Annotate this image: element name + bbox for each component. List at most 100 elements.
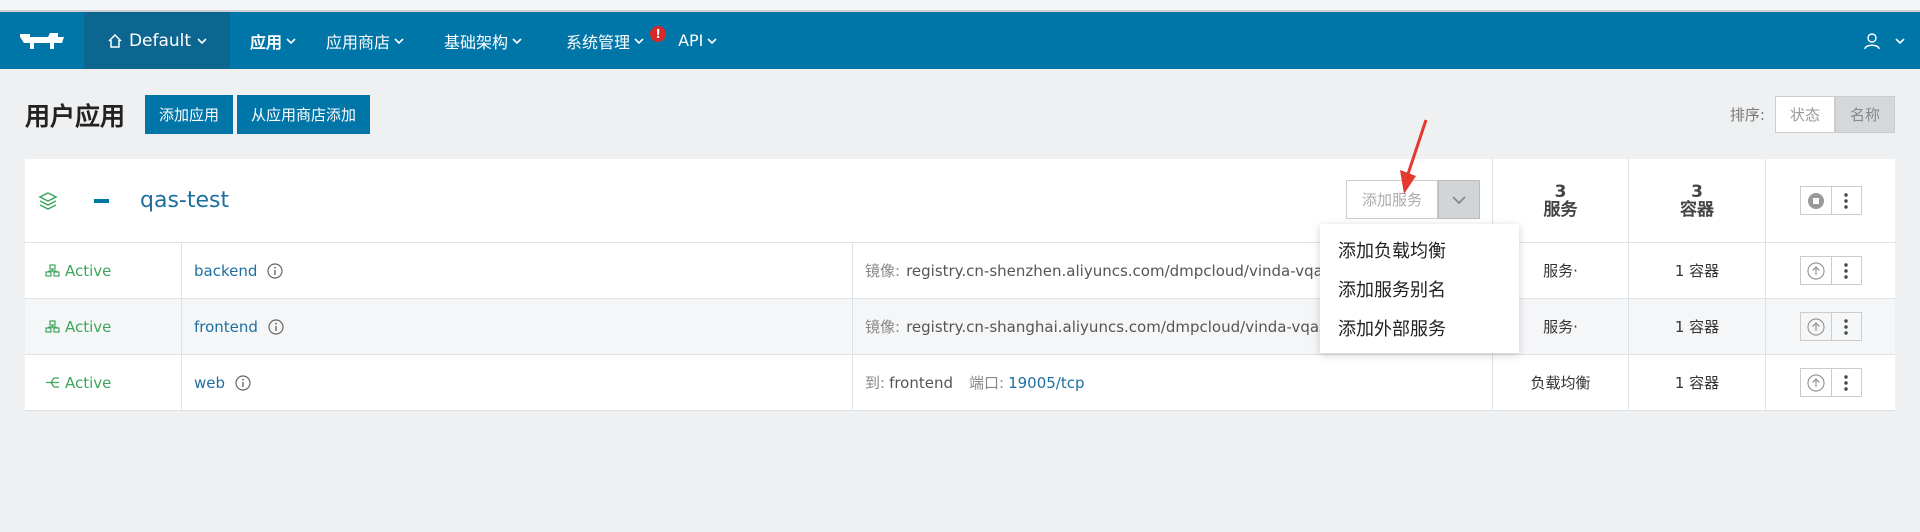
- add-app-button[interactable]: 添加应用: [145, 95, 234, 134]
- kebab-menu-icon: [1844, 262, 1848, 279]
- menu-item-add-external-service[interactable]: 添加外部服务: [1320, 308, 1519, 347]
- stack-more-button[interactable]: [1830, 187, 1861, 214]
- home-icon: [108, 33, 122, 48]
- nav-api-label: API: [678, 31, 704, 50]
- nav-infrastructure[interactable]: 基础架构: [422, 12, 544, 69]
- add-service-dropdown-menu: 添加负载均衡 添加服务别名 添加外部服务: [1320, 224, 1519, 353]
- stop-stack-button[interactable]: [1801, 187, 1831, 214]
- sort-control: 排序: 状态 名称: [1730, 96, 1895, 133]
- service-more-button[interactable]: [1830, 257, 1861, 284]
- image-value: registry.cn-shenzhen.aliyuncs.com/dmpclo…: [906, 261, 1346, 280]
- upgrade-icon: [1806, 373, 1825, 392]
- service-name-cell: web: [182, 355, 853, 410]
- service-state-label: Active: [65, 261, 112, 280]
- annotation-arrow-icon: [1400, 119, 1428, 194]
- chevron-down-icon: [286, 37, 296, 44]
- services-count-label: 服务: [1543, 199, 1578, 220]
- sort-label: 排序:: [1729, 106, 1765, 124]
- nav-apps[interactable]: 应用: [238, 12, 308, 69]
- stack-name-link[interactable]: qas-test: [140, 188, 229, 213]
- stack-title-area: qas-test 添加服务: [25, 159, 1492, 242]
- kebab-menu-icon: [1844, 192, 1848, 209]
- collapse-toggle[interactable]: [94, 198, 109, 203]
- stop-circle-icon: [1807, 192, 1824, 209]
- service-state-icon: [45, 264, 60, 277]
- upgrade-icon: [1806, 261, 1825, 280]
- user-icon: [1864, 32, 1880, 49]
- service-name-cell: backend: [182, 243, 853, 298]
- environment-selector[interactable]: Default: [84, 12, 230, 69]
- info-icon[interactable]: [268, 318, 284, 335]
- service-more-button[interactable]: [1830, 313, 1861, 340]
- service-target: 到: frontend 端口: 19005/tcp: [853, 355, 1492, 410]
- service-actions: [1765, 355, 1895, 410]
- kebab-menu-icon: [1844, 318, 1848, 335]
- service-name-link[interactable]: backend: [194, 262, 257, 280]
- nav-apps-label: 应用: [250, 32, 283, 52]
- service-row-web: Active web 到: frontend 端口: 19005/tcp 负载均…: [25, 355, 1895, 411]
- containers-count-label: 容器: [1680, 199, 1714, 220]
- nav-admin-label: 系统管理: [566, 32, 631, 52]
- nav-catalog[interactable]: 应用商店: [308, 12, 422, 69]
- nav-catalog-label: 应用商店: [326, 32, 391, 52]
- port-link[interactable]: 19005/tcp: [1008, 374, 1084, 392]
- cow-logo-icon: [20, 32, 64, 49]
- service-state-label: Active: [65, 317, 112, 336]
- service-action-group: [1799, 256, 1862, 285]
- containers-count: 3 容器: [1628, 159, 1765, 242]
- service-more-button[interactable]: [1830, 369, 1861, 396]
- page-header: 用户应用 添加应用 从应用商店添加: [25, 95, 374, 134]
- service-action-group: [1799, 312, 1862, 341]
- info-icon[interactable]: [235, 374, 251, 391]
- upgrade-button[interactable]: [1801, 257, 1831, 284]
- target-label: 到:: [865, 374, 886, 392]
- service-name-link[interactable]: frontend: [194, 318, 258, 336]
- chevron-down-icon: [707, 37, 717, 44]
- nav-admin[interactable]: 系统管理 !: [544, 12, 672, 69]
- service-containers: 1 容器: [1628, 355, 1765, 410]
- stack-header: qas-test 添加服务 3 服务 3 容器: [25, 159, 1895, 243]
- environment-name: Default: [128, 30, 192, 51]
- image-value: registry.cn-shanghai.aliyuncs.com/dmpclo…: [906, 317, 1344, 336]
- user-menu[interactable]: [1864, 12, 1920, 69]
- containers-count-value: 3: [1691, 181, 1703, 202]
- upgrade-button[interactable]: [1801, 369, 1831, 396]
- service-name-link[interactable]: web: [194, 374, 225, 392]
- service-containers: 1 容器: [1628, 299, 1765, 354]
- info-icon[interactable]: [267, 262, 283, 279]
- chevron-down-icon: [197, 37, 207, 44]
- upgrade-button[interactable]: [1801, 313, 1831, 340]
- service-actions: [1765, 299, 1895, 354]
- rancher-logo[interactable]: [0, 12, 84, 69]
- nav-infrastructure-label: 基础架构: [444, 32, 509, 52]
- chevron-down-icon: [394, 37, 404, 44]
- chevron-down-icon: [1895, 37, 1905, 44]
- menu-item-add-service-alias[interactable]: 添加服务别名: [1320, 269, 1519, 308]
- target-value: frontend: [889, 373, 954, 392]
- kebab-menu-icon: [1844, 374, 1848, 391]
- stack-card: qas-test 添加服务 3 服务 3 容器 Active backend 镜…: [25, 159, 1895, 411]
- sort-by-state-button[interactable]: 状态: [1774, 96, 1835, 133]
- port-label: 端口:: [969, 374, 1005, 392]
- service-state: Active: [25, 355, 182, 410]
- stack-action-group: [1799, 186, 1862, 215]
- service-row-frontend: Active frontend 镜像: registry.cn-shanghai…: [25, 299, 1895, 355]
- service-type: 负载均衡: [1492, 355, 1628, 410]
- service-actions: [1765, 243, 1895, 298]
- service-containers: 1 容器: [1628, 243, 1765, 298]
- upgrade-icon: [1806, 317, 1825, 336]
- load-balancer-icon: [46, 377, 59, 388]
- sort-by-name-button[interactable]: 名称: [1834, 96, 1895, 133]
- add-service-dropdown-toggle[interactable]: [1438, 180, 1480, 219]
- stack-actions: [1765, 159, 1895, 242]
- service-state-icon: [45, 320, 60, 333]
- service-state: Active: [25, 299, 182, 354]
- menu-item-add-load-balancer[interactable]: 添加负载均衡: [1320, 230, 1519, 269]
- service-name-cell: frontend: [182, 299, 853, 354]
- nav-api[interactable]: API: [672, 12, 723, 69]
- add-from-catalog-button[interactable]: 从应用商店添加: [237, 95, 371, 134]
- image-label: 镜像:: [865, 318, 901, 336]
- top-navbar: Default 应用 应用商店 基础架构 系统管理 ! API: [0, 12, 1920, 69]
- layers-icon: [38, 191, 58, 210]
- chevron-down-icon: [634, 37, 644, 44]
